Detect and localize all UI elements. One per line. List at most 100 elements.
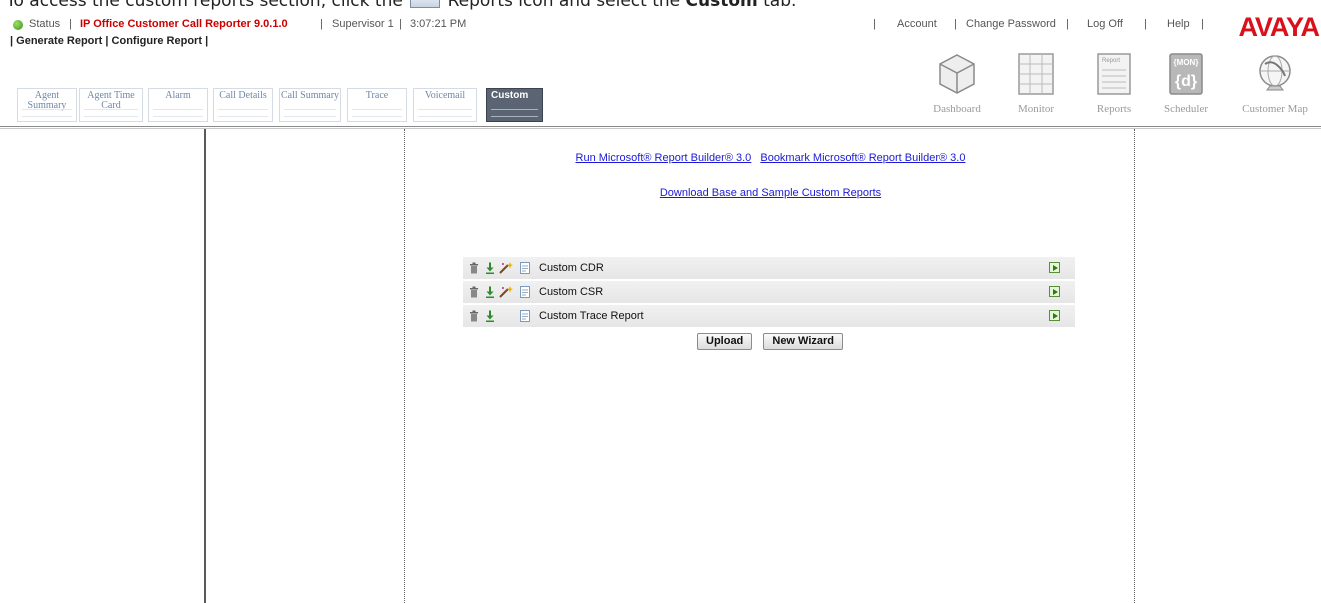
status-bar: Status | IP Office Customer Call Reporte… xyxy=(0,12,1321,42)
custom-reports-panel: Run Microsoft® Report Builder® 3.0 Bookm… xyxy=(404,129,1135,603)
run-report-button[interactable] xyxy=(1049,262,1060,273)
svg-text:Report: Report xyxy=(1102,58,1120,64)
avaya-logo: AVAYA xyxy=(1238,12,1320,42)
download-icon[interactable] xyxy=(485,286,495,298)
tab-alarm[interactable]: Alarm xyxy=(148,88,208,122)
status-link[interactable]: Status xyxy=(29,18,60,30)
icon-label: Monitor xyxy=(1017,103,1055,115)
caption-text: tab. xyxy=(763,0,797,11)
tab-decoration xyxy=(153,109,203,117)
separator: | xyxy=(954,18,957,30)
tab-label: Agent Time Card xyxy=(87,90,135,111)
tab-agent-summary[interactable]: Agent Summary xyxy=(17,88,77,122)
delete-icon[interactable] xyxy=(469,286,479,298)
run-report-button[interactable] xyxy=(1049,286,1060,297)
dashboard-button[interactable]: Dashboard xyxy=(922,52,992,115)
custom-report-list: Custom CDR Custom CSR Custom Trace Repor… xyxy=(463,257,1075,329)
separator: | xyxy=(399,18,402,30)
change-password-link[interactable]: Change Password xyxy=(966,18,1056,30)
tab-label: Voicemail xyxy=(424,90,466,101)
new-wizard-button[interactable]: New Wizard xyxy=(763,333,844,350)
tab-trace[interactable]: Trace xyxy=(347,88,407,122)
scheduler-icon: {MON} {d} xyxy=(1169,53,1203,95)
separator: | xyxy=(1066,18,1069,30)
action-buttons: Upload New Wizard xyxy=(697,329,849,350)
report-file-icon xyxy=(520,310,530,322)
icon-label: Scheduler xyxy=(1164,103,1208,115)
reports-button[interactable]: Report Reports xyxy=(1084,52,1144,115)
tab-call-details[interactable]: Call Details xyxy=(213,88,273,122)
reports-icon: Report xyxy=(1097,53,1131,95)
generate-report-link[interactable]: Generate Report xyxy=(16,35,102,47)
icon-label: Customer Map xyxy=(1242,103,1308,115)
tab-custom[interactable]: Custom xyxy=(486,88,543,122)
tab-decoration xyxy=(84,109,138,117)
bookmark-report-builder-link[interactable]: Bookmark Microsoft® Report Builder® 3.0 xyxy=(760,152,965,164)
separator: | xyxy=(105,35,109,47)
icon-label: Dashboard xyxy=(933,103,981,115)
caption-bold: Custom xyxy=(685,0,758,11)
tab-label: Call Summary xyxy=(280,90,340,101)
globe-icon xyxy=(1259,55,1291,91)
tab-agent-time-card[interactable]: Agent Time Card xyxy=(79,88,143,122)
separator: | xyxy=(205,35,209,47)
svg-text:{MON}: {MON} xyxy=(1174,58,1199,67)
clock-time: 3:07:21 PM xyxy=(410,18,467,30)
download-sample-reports-link[interactable]: Download Base and Sample Custom Reports xyxy=(660,187,881,199)
run-report-button[interactable] xyxy=(1049,310,1060,321)
account-link[interactable]: Account xyxy=(897,18,937,30)
top-icon-bar: Dashboard Monitor Report Reports {MON} {… xyxy=(920,52,1321,122)
delete-icon[interactable] xyxy=(469,262,479,274)
tab-call-summary[interactable]: Call Summary xyxy=(279,88,341,122)
run-report-builder-link[interactable]: Run Microsoft® Report Builder® 3.0 xyxy=(576,152,752,164)
tab-decoration xyxy=(284,109,336,117)
help-link[interactable]: Help xyxy=(1167,18,1190,30)
tab-label: Agent Summary xyxy=(27,90,67,111)
doc-caption: To access the custom reports section, cl… xyxy=(6,0,796,11)
report-builder-links: Run Microsoft® Report Builder® 3.0 Bookm… xyxy=(405,152,1136,164)
separator: | xyxy=(1201,18,1204,30)
tab-voicemail[interactable]: Voicemail xyxy=(413,88,477,122)
list-item: Custom CDR xyxy=(463,257,1075,279)
tab-decoration xyxy=(218,109,268,117)
monitor-button[interactable]: Monitor xyxy=(1006,52,1066,115)
customer-map-button[interactable]: Customer Map xyxy=(1230,52,1320,115)
separator: | xyxy=(320,18,323,30)
download-icon[interactable] xyxy=(485,310,495,322)
monitor-icon xyxy=(1018,53,1054,95)
icon-label: Reports xyxy=(1096,103,1132,115)
tab-decoration xyxy=(418,109,472,117)
tab-label: Trace xyxy=(365,90,389,101)
scheduler-button[interactable]: {MON} {d} Scheduler xyxy=(1156,52,1216,115)
separator: | xyxy=(10,35,14,47)
separator: | xyxy=(873,18,876,30)
tab-decoration xyxy=(352,109,402,117)
tab-decoration xyxy=(22,109,72,117)
sub-nav: | Generate Report | Configure Report | xyxy=(10,35,208,47)
product-name: IP Office Customer Call Reporter 9.0.1.0 xyxy=(80,18,288,30)
tab-decoration xyxy=(491,109,538,117)
user-name: Supervisor 1 xyxy=(332,18,394,30)
report-name[interactable]: Custom CSR xyxy=(539,286,603,298)
separator: | xyxy=(69,18,72,30)
dashboard-icon xyxy=(939,54,975,94)
tab-label: Call Details xyxy=(219,90,267,101)
list-item: Custom CSR xyxy=(463,281,1075,303)
log-off-link[interactable]: Log Off xyxy=(1087,18,1123,30)
report-name[interactable]: Custom Trace Report xyxy=(539,310,644,322)
download-icon[interactable] xyxy=(485,262,495,274)
delete-icon[interactable] xyxy=(469,310,479,322)
status-indicator-icon xyxy=(13,20,23,30)
report-name[interactable]: Custom CDR xyxy=(539,262,604,274)
upload-button[interactable]: Upload xyxy=(697,333,753,350)
configure-report-link[interactable]: Configure Report xyxy=(112,35,202,47)
report-file-icon xyxy=(520,262,530,274)
left-panel-divider xyxy=(204,129,206,603)
caption-text: To access the custom reports section, cl… xyxy=(6,0,403,11)
svg-text:{d}: {d} xyxy=(1175,73,1197,90)
wizard-icon[interactable] xyxy=(499,262,513,274)
report-file-icon xyxy=(520,286,530,298)
wizard-icon[interactable] xyxy=(499,286,513,298)
separator: | xyxy=(1144,18,1147,30)
tab-label: Custom xyxy=(491,90,529,101)
